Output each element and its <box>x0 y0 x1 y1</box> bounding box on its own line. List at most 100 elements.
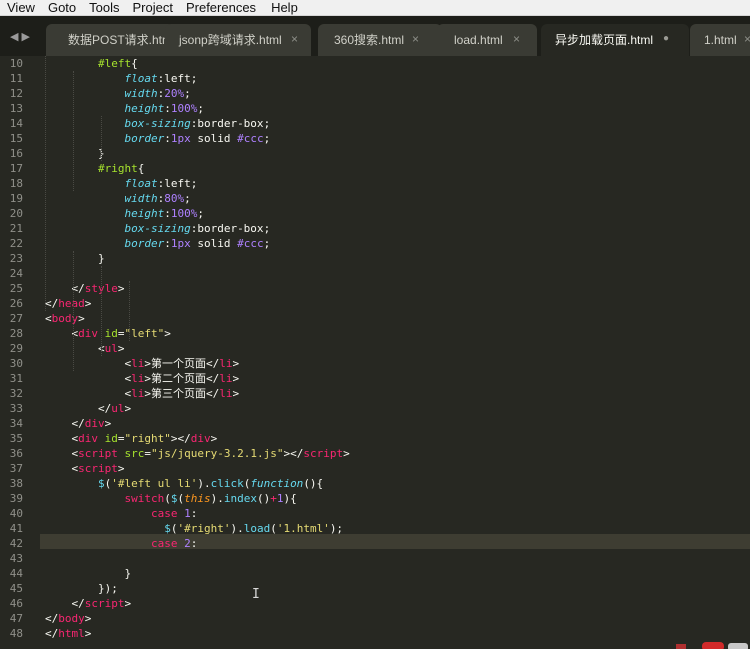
code-token: > <box>117 462 125 475</box>
tab-jsonp[interactable]: jsonp跨域请求.html × <box>165 24 311 56</box>
code-line[interactable]: </head> <box>45 296 750 311</box>
code-line[interactable]: </ul> <box>45 401 750 416</box>
code-token: </ <box>45 612 59 625</box>
code-line[interactable]: </body> <box>45 611 750 626</box>
code-line[interactable]: </style> <box>45 281 750 296</box>
code-token: </ <box>205 357 220 370</box>
code-line[interactable]: height:100%; <box>45 206 750 221</box>
code-token: </ <box>205 387 220 400</box>
tab-1-html[interactable]: 1.html × <box>690 24 750 56</box>
line-number: 38 <box>9 477 23 490</box>
line-number: 24 <box>9 267 23 280</box>
code-line[interactable]: border:1px solid #ccc; <box>45 236 750 251</box>
code-token: #ccc <box>237 237 264 250</box>
code-line[interactable]: case 1: <box>45 506 750 521</box>
tab-next-icon[interactable]: ▶ <box>22 30 30 43</box>
code-token: > <box>343 447 350 460</box>
close-icon[interactable]: × <box>291 32 298 46</box>
code-token: : <box>164 102 171 115</box>
code-line[interactable]: <script> <box>45 461 750 476</box>
unsaved-dot-icon[interactable]: ● <box>663 32 669 46</box>
line-number: 35 <box>9 432 23 445</box>
code-line[interactable]: #right{ <box>45 161 750 176</box>
indent-guide <box>129 281 130 341</box>
menu-tools[interactable]: Tools <box>82 0 125 16</box>
line-number: 43 <box>9 552 23 565</box>
code-line[interactable]: height:100%; <box>45 101 750 116</box>
code-token: ul <box>111 402 125 415</box>
code-line[interactable]: </div> <box>45 416 750 431</box>
code-line[interactable]: float:left; <box>45 176 750 191</box>
code-token: </ <box>205 372 220 385</box>
code-token: '#left ul li' <box>111 477 198 490</box>
code-token: 第三个页面 <box>150 387 206 400</box>
line-number: 31 <box>9 372 23 385</box>
code-token: this <box>184 492 211 505</box>
code-line[interactable]: </script> <box>45 596 750 611</box>
code-token: float <box>45 72 158 85</box>
code-line[interactable]: box-sizing:border-box; <box>45 116 750 131</box>
code-token: : <box>164 207 171 220</box>
close-icon[interactable]: × <box>412 32 419 46</box>
code-line[interactable]: <li>第三个页面</li> <box>45 386 750 401</box>
code-line[interactable]: <li>第一个页面</li> <box>45 356 750 371</box>
code-line[interactable]: } <box>45 251 750 266</box>
code-line[interactable]: case 2: <box>45 536 750 551</box>
code-editor[interactable]: 10 11 12 13 14 15 16 17 18 19 20 21 22 23 24 25 26 27 28 29… <box>0 56 750 649</box>
code-line[interactable]: } <box>45 146 750 161</box>
code-line[interactable] <box>45 266 750 281</box>
tab-post-request[interactable]: 数据POST请求.html <box>46 24 175 56</box>
code-token: box-sizing <box>45 117 191 130</box>
code-line[interactable]: width:20%; <box>45 86 750 101</box>
tab-async-load-page[interactable]: 异步加载页面.html ● <box>541 24 689 56</box>
menu-goto[interactable]: Goto <box>41 0 82 16</box>
line-number: 46 <box>9 597 23 610</box>
code-line[interactable]: #left{ <box>45 56 750 71</box>
code-line[interactable]: <body> <box>45 311 750 326</box>
menu-project[interactable]: Project <box>126 0 179 16</box>
code-line[interactable]: <script src="js/jquery-3.2.1.js"></scrip… <box>45 446 750 461</box>
line-number: 14 <box>9 117 23 130</box>
code-token: script <box>84 597 125 610</box>
code-line[interactable]: } <box>45 566 750 581</box>
code-token: switch <box>45 492 165 505</box>
menu-preferences[interactable]: Preferences <box>179 0 262 16</box>
code-line[interactable]: float:left; <box>45 71 750 86</box>
line-number-gutter: 10 11 12 13 14 15 16 17 18 19 20 21 22 23 24 25 26 27 28 29… <box>0 56 40 649</box>
code-token: "js/jquery-3.2.1.js" <box>151 447 284 460</box>
line-number: 32 <box>9 387 23 400</box>
code-line[interactable]: <div id="left"> <box>45 326 750 341</box>
code-token: div <box>78 327 98 340</box>
code-token: ); <box>329 522 344 535</box>
code-line[interactable]: box-sizing:border-box; <box>45 221 750 236</box>
code-token: div <box>78 432 98 445</box>
menu-view[interactable]: View <box>0 0 41 16</box>
tab-load[interactable]: load.html × <box>437 24 537 56</box>
code-token: </ <box>45 282 85 295</box>
code-line[interactable]: <div id="right"></div> <box>45 431 750 446</box>
code-token: head <box>58 297 85 310</box>
tab-360-search[interactable]: 360搜索.html × <box>318 24 442 56</box>
code-token: > <box>84 627 92 640</box>
code-line[interactable]: $('#left ul li').click(function(){ <box>45 476 750 491</box>
code-line[interactable] <box>45 551 750 566</box>
code-line[interactable]: $('#right').load('1.html'); <box>45 521 750 536</box>
code-line[interactable]: }); <box>45 581 750 596</box>
code-line[interactable]: <li>第二个页面</li> <box>45 371 750 386</box>
close-icon[interactable]: × <box>744 32 750 46</box>
code-token: < <box>45 387 132 400</box>
code-line[interactable]: width:80%; <box>45 191 750 206</box>
code-area[interactable]: #left{ float:left; width:20%; height:100… <box>45 56 750 649</box>
code-token: left <box>164 177 191 190</box>
menu-help[interactable]: Help <box>262 0 304 16</box>
code-line[interactable]: <ul> <box>45 341 750 356</box>
code-line[interactable]: switch($(this).index()+1){ <box>45 491 750 506</box>
code-line[interactable]: border:1px solid #ccc; <box>45 131 750 146</box>
line-number: 18 <box>9 177 23 190</box>
close-icon[interactable]: × <box>513 32 520 46</box>
tab-prev-icon[interactable]: ◀ <box>10 30 18 43</box>
code-token: > <box>210 432 218 445</box>
code-line[interactable]: </html> <box>45 626 750 641</box>
code-token: li <box>219 357 233 370</box>
line-number: 28 <box>9 327 23 340</box>
